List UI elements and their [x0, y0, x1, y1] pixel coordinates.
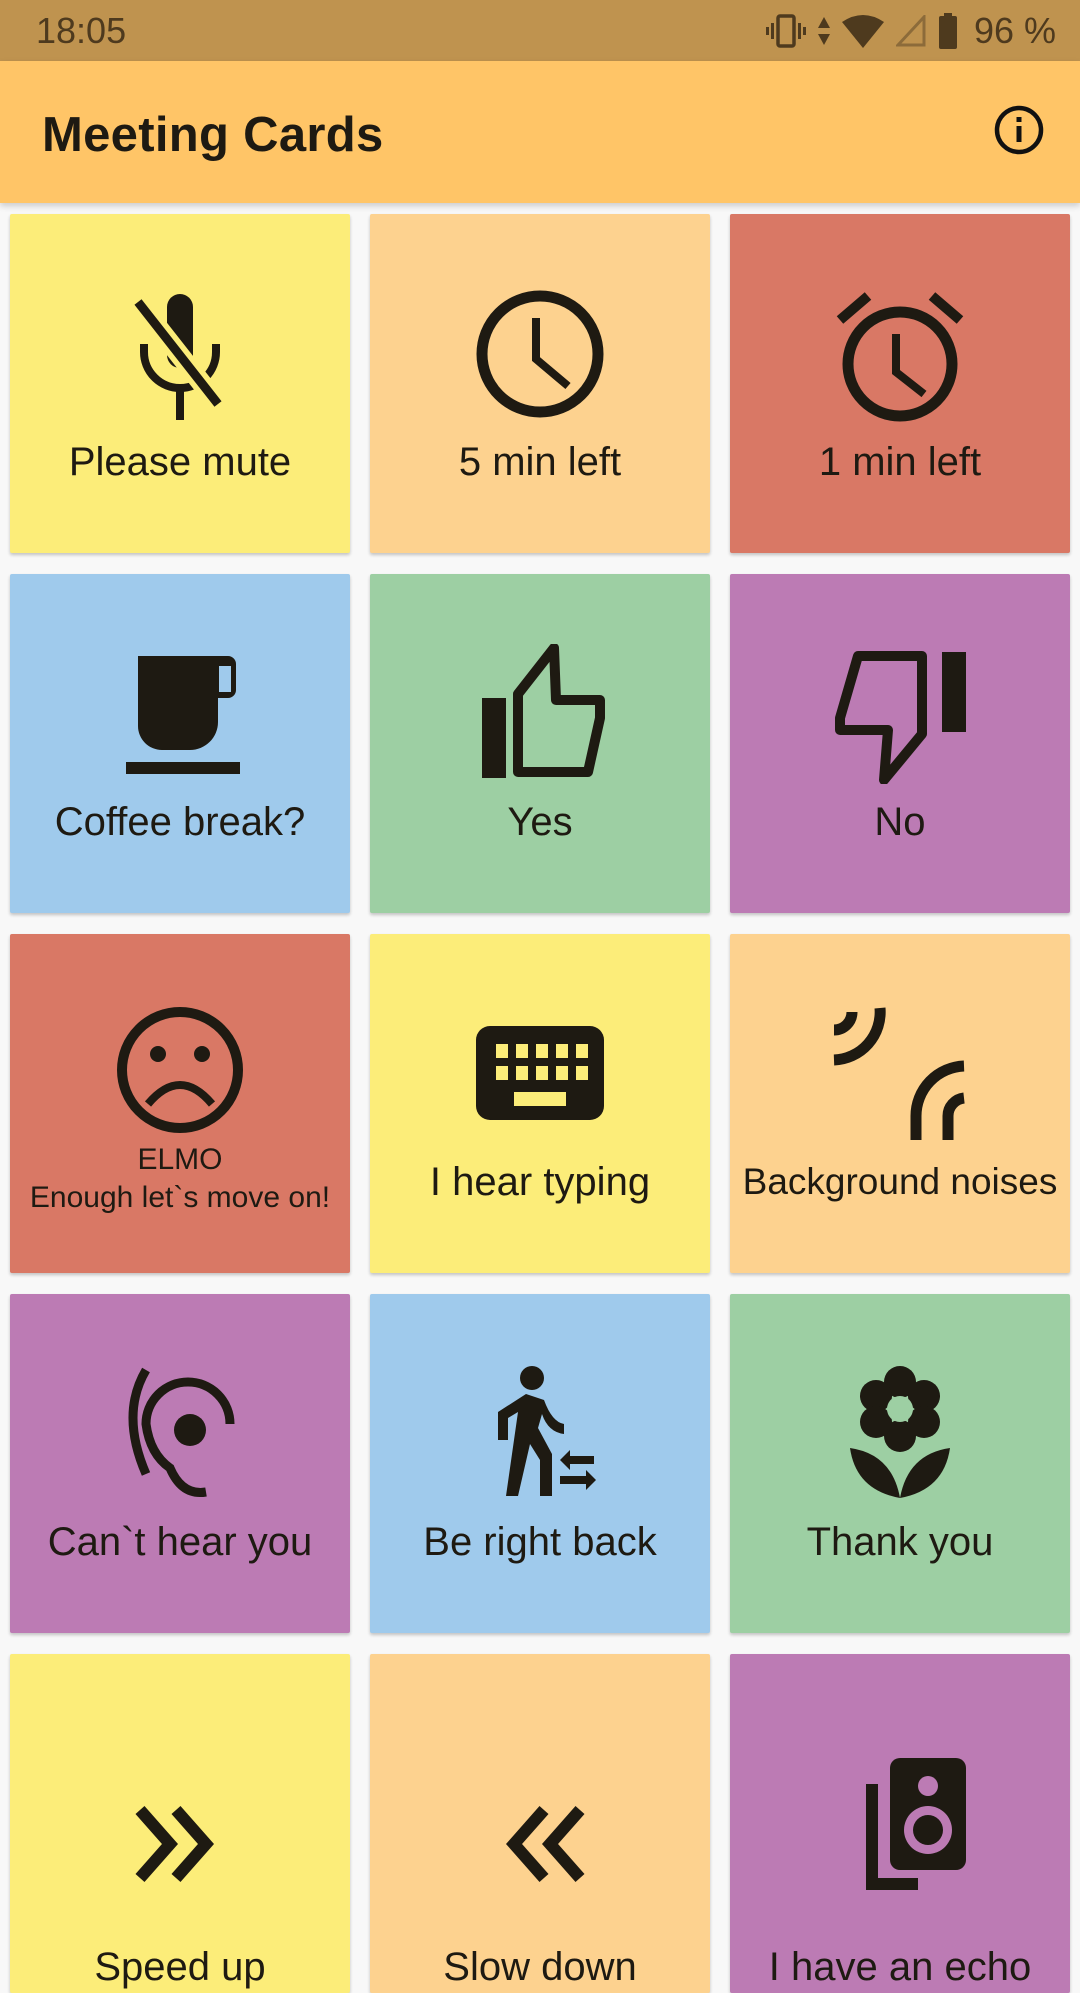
thumbs-down-icon [830, 644, 970, 784]
card-label: I hear typing [429, 1160, 651, 1204]
card-label: Slow down [443, 1945, 637, 1989]
card-label: Thank you [806, 1520, 994, 1564]
card-label: Be right back [423, 1520, 657, 1564]
card-label: Can`t hear you [47, 1520, 313, 1564]
status-bar: 18:05 96 % [0, 0, 1080, 61]
alarm-icon [830, 284, 970, 424]
card-cant-hear-you[interactable]: Can`t hear you [10, 1294, 350, 1633]
card-label: Coffee break? [54, 800, 306, 844]
data-arrows-icon [817, 17, 830, 45]
app-title: Meeting Cards [42, 108, 384, 162]
double-chevron-left-icon [470, 1774, 610, 1914]
speaker-icon [830, 1754, 970, 1894]
card-label: Please mute [68, 440, 292, 484]
info-icon [993, 104, 1045, 161]
battery-icon [938, 13, 958, 49]
card-i-hear-typing[interactable]: I hear typing [370, 934, 710, 1273]
card-label: No [874, 800, 926, 844]
status-icons: 96 % [765, 10, 1056, 52]
card-elmo[interactable]: ELMO Enough let`s move on! [10, 934, 350, 1273]
card-label: ELMO Enough let`s move on! [10, 1141, 350, 1217]
card-background-noises[interactable]: Background noises [730, 934, 1070, 1273]
vibrate-icon [765, 13, 806, 49]
card-i-have-an-echo[interactable]: I have an echo [730, 1654, 1070, 1993]
hearing-icon [110, 1364, 250, 1504]
card-be-right-back[interactable]: Be right back [370, 1294, 710, 1633]
card-label: Speed up [94, 1945, 266, 1989]
flower-icon [830, 1364, 970, 1504]
wifi-icon [841, 14, 884, 48]
clock-icon [470, 284, 610, 424]
walk-away-icon [470, 1364, 610, 1504]
keyboard-icon [470, 1004, 610, 1144]
mic-off-icon [110, 284, 250, 424]
card-please-mute[interactable]: Please mute [10, 214, 350, 553]
card-label: 1 min left [818, 440, 982, 484]
card-label: I have an echo [768, 1945, 1032, 1989]
battery-percent: 96 % [973, 10, 1056, 51]
noise-waves-icon [830, 1004, 970, 1144]
card-yes[interactable]: Yes [370, 574, 710, 913]
card-speed-up[interactable]: Speed up [10, 1654, 350, 1993]
card-slow-down[interactable]: Slow down [370, 1654, 710, 1993]
sad-face-icon [110, 1004, 250, 1144]
card-label: Yes [507, 800, 573, 844]
card-coffee-break[interactable]: Coffee break? [10, 574, 350, 913]
coffee-icon [110, 644, 250, 784]
card-label: Background noises [742, 1161, 1058, 1202]
thumbs-up-icon [470, 644, 610, 784]
card-thank-you[interactable]: Thank you [730, 1294, 1070, 1633]
card-label-subtitle: Enough let`s move on! [29, 1181, 331, 1214]
card-1-min-left[interactable]: 1 min left [730, 214, 1070, 553]
card-5-min-left[interactable]: 5 min left [370, 214, 710, 553]
card-label: 5 min left [458, 440, 622, 484]
status-time: 18:05 [36, 10, 127, 51]
cell-signal-empty-icon [895, 15, 926, 47]
app-bar: Meeting Cards [0, 61, 1080, 203]
card-no[interactable]: No [730, 574, 1070, 913]
info-button[interactable] [991, 104, 1047, 160]
double-chevron-right-icon [110, 1774, 250, 1914]
card-label-title: ELMO [137, 1143, 223, 1176]
